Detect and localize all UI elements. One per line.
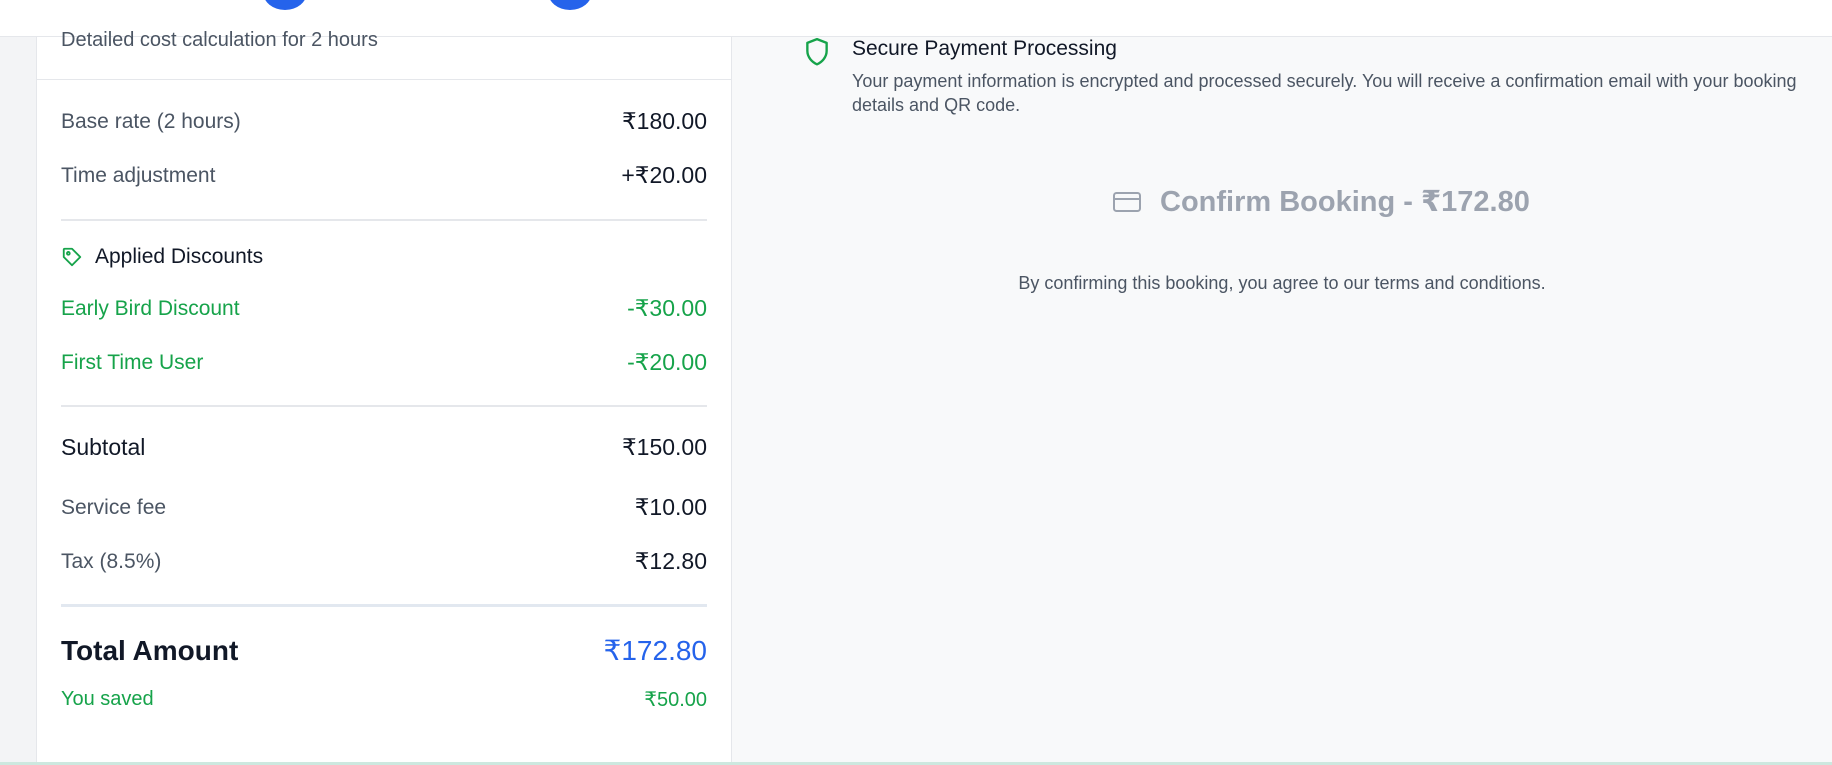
time-adjustment-row: Time adjustment +₹20.00 — [61, 162, 707, 189]
payment-panel: Secure Payment Processing Your payment i… — [732, 37, 1832, 765]
total-row: Total Amount ₹172.80 — [61, 634, 707, 667]
cost-breakdown-card: Detailed cost calculation for 2 hours Ba… — [36, 29, 732, 765]
step-indicator — [548, 0, 592, 10]
applied-discounts-label: Applied Discounts — [95, 245, 264, 268]
time-adjustment-value: +₹20.00 — [621, 162, 707, 188]
confirm-booking-label: Confirm Booking - ₹172.80 — [1160, 186, 1530, 218]
base-rate-label: Base rate (2 hours) — [61, 109, 241, 133]
tag-icon — [62, 247, 82, 267]
total-label: Total Amount — [61, 634, 239, 666]
discount-row: First Time User -₹20.00 — [61, 349, 707, 376]
subtotal-value: ₹150.00 — [622, 434, 707, 460]
savings-row: You saved ₹50.00 — [61, 687, 707, 712]
time-adjustment-label: Time adjustment — [61, 163, 216, 187]
discount-value: -₹20.00 — [627, 349, 707, 375]
secure-payment-title: Secure Payment Processing — [852, 37, 1117, 60]
step-indicator — [263, 0, 307, 10]
subtotal-label: Subtotal — [61, 434, 146, 460]
base-rate-value: ₹180.00 — [622, 108, 707, 134]
shield-icon — [806, 37, 828, 66]
savings-value: ₹50.00 — [644, 689, 707, 711]
tax-value: ₹12.80 — [634, 548, 707, 574]
discount-label: First Time User — [61, 350, 204, 374]
discount-row: Early Bird Discount -₹30.00 — [61, 295, 707, 322]
applied-discounts-heading: Applied Discounts — [61, 245, 263, 269]
credit-card-icon — [1113, 191, 1141, 212]
discount-label: Early Bird Discount — [61, 296, 240, 320]
total-value: ₹172.80 — [603, 635, 707, 666]
subtotal-row: Subtotal ₹150.00 — [61, 434, 707, 461]
left-gutter — [0, 37, 36, 765]
terms-notice: By confirming this booking, you agree to… — [1018, 273, 1546, 293]
tax-label: Tax (8.5%) — [61, 549, 162, 573]
discount-value: -₹30.00 — [627, 295, 707, 321]
card-subtitle: Detailed cost calculation for 2 hours — [61, 29, 378, 51]
service-fee-value: ₹10.00 — [634, 494, 707, 520]
divider — [61, 604, 707, 607]
savings-label: You saved — [61, 688, 154, 710]
secure-payment-text: Your payment information is encrypted an… — [852, 71, 1797, 115]
tax-row: Tax (8.5%) ₹12.80 — [61, 548, 707, 575]
base-rate-row: Base rate (2 hours) ₹180.00 — [61, 108, 707, 135]
service-fee-row: Service fee ₹10.00 — [61, 494, 707, 521]
divider — [61, 219, 707, 221]
confirm-booking-button[interactable]: Confirm Booking - ₹172.80 — [1112, 184, 1530, 219]
divider — [61, 405, 707, 407]
service-fee-label: Service fee — [61, 495, 167, 519]
divider — [37, 79, 731, 80]
